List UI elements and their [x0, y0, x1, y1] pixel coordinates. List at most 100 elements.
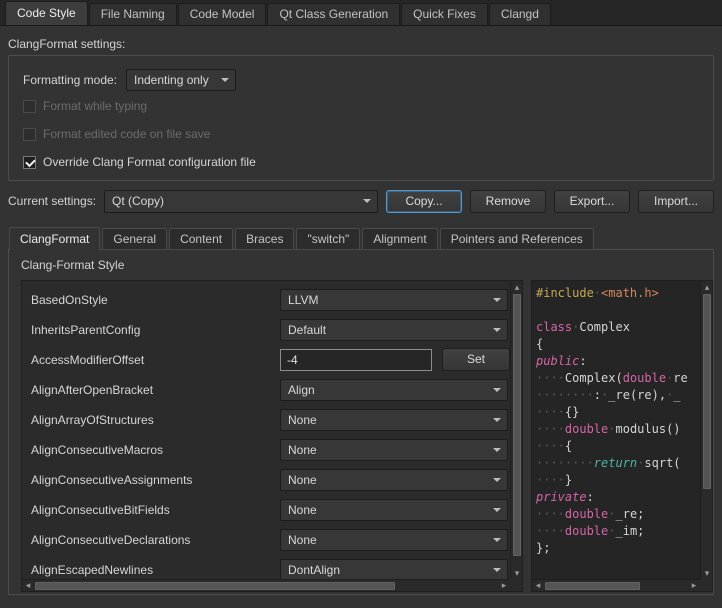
setting-name: AlignConsecutiveDeclarations: [31, 533, 190, 547]
clangformat-panel: Clang-Format Style BasedOnStyleLLVMInher…: [8, 249, 714, 595]
alignconsecutivemacros-combo[interactable]: None: [280, 439, 508, 461]
style-tab-content[interactable]: Content: [169, 228, 233, 250]
code-preview: #include·<math.h> class·Complex{public:·…: [536, 285, 700, 579]
code-token: <math.h>: [601, 286, 659, 300]
preview-hscrollbar[interactable]: ◂ ▸: [532, 579, 700, 591]
alignconsecutivedeclarations-combo[interactable]: None: [280, 529, 508, 551]
style-tab-braces[interactable]: Braces: [235, 228, 294, 250]
tab-clangd[interactable]: Clangd: [489, 3, 551, 25]
table-vscrollbar[interactable]: ▴ ▾: [510, 281, 522, 579]
style-tab-pointers-and-references[interactable]: Pointers and References: [440, 228, 594, 250]
table-hscrollbar[interactable]: ◂ ▸: [22, 579, 510, 591]
code-token: ····: [536, 405, 565, 419]
style-tab-bar: ClangFormatGeneralContentBraces"switch"A…: [9, 226, 596, 250]
checkbox-box: [23, 100, 36, 113]
scroll-up-icon[interactable]: ▴: [511, 281, 523, 293]
import-button[interactable]: Import...: [638, 190, 714, 213]
code-token: {: [565, 439, 572, 453]
code-token: ····: [536, 473, 565, 487]
alignescapednewlines-combo[interactable]: DontAlign: [280, 559, 508, 579]
table-vscroll-thumb[interactable]: [513, 294, 521, 556]
setting-row-accessmodifieroffset: AccessModifierOffsetSet: [22, 345, 510, 375]
basedonstyle-combo[interactable]: LLVM: [280, 289, 508, 311]
tab-qt-class-generation[interactable]: Qt Class Generation: [267, 3, 400, 25]
code-token: ·: [608, 507, 615, 521]
tab-code-style[interactable]: Code Style: [5, 1, 88, 25]
code-line: private:: [536, 489, 700, 506]
code-preview-panel[interactable]: #include·<math.h> class·Complex{public:·…: [531, 280, 713, 592]
setting-name: AlignConsecutiveMacros: [31, 443, 163, 457]
code-token: modulus(): [616, 422, 681, 436]
checkbox-format-while-typing[interactable]: Format while typing: [23, 98, 256, 114]
table-hscroll-thumb[interactable]: [35, 582, 395, 590]
combo-value: None: [288, 473, 317, 487]
inheritsparentconfig-combo[interactable]: Default: [280, 319, 508, 341]
style-tab-clangformat[interactable]: ClangFormat: [9, 227, 100, 251]
checkbox-format-edited-code-on-file-save[interactable]: Format edited code on file save: [23, 126, 256, 142]
style-tab-general[interactable]: General: [102, 228, 167, 250]
preview-vscrollbar[interactable]: ▴ ▾: [700, 281, 712, 579]
chevron-down-icon: [493, 328, 501, 332]
code-line: #include·<math.h>: [536, 285, 700, 302]
code-token: {: [536, 337, 543, 351]
setting-name: InheritsParentConfig: [31, 323, 140, 337]
scroll-left-icon[interactable]: ◂: [532, 579, 544, 591]
checkbox-override-clang-format-configuration-file[interactable]: Override Clang Format configuration file: [23, 154, 256, 170]
setting-name: AlignConsecutiveBitFields: [31, 503, 170, 517]
tab-file-naming[interactable]: File Naming: [89, 3, 177, 25]
scroll-down-icon[interactable]: ▾: [701, 567, 713, 579]
tab-code-model[interactable]: Code Model: [178, 3, 267, 25]
alignconsecutiveassignments-combo[interactable]: None: [280, 469, 508, 491]
scroll-up-icon[interactable]: ▴: [701, 281, 713, 293]
remove-button[interactable]: Remove: [470, 190, 546, 213]
code-token: :: [587, 490, 594, 504]
code-token: {}: [565, 405, 579, 419]
checkbox-box: [23, 128, 36, 141]
setting-row-alignconsecutivemacros: AlignConsecutiveMacros None: [22, 435, 510, 465]
scroll-right-icon[interactable]: ▸: [688, 579, 700, 591]
style-tab-switch[interactable]: "switch": [296, 228, 360, 250]
combo-value: Default: [288, 323, 326, 337]
code-token: ·: [608, 524, 615, 538]
code-token: _: [673, 388, 680, 402]
style-tab-alignment[interactable]: Alignment: [362, 228, 437, 250]
alignconsecutivebitfields-combo[interactable]: None: [280, 499, 508, 521]
scroll-right-icon[interactable]: ▸: [498, 579, 510, 591]
code-line: ····double·modulus(): [536, 421, 700, 438]
current-settings-combo[interactable]: Qt (Copy): [104, 190, 378, 213]
preview-vscroll-thumb[interactable]: [703, 294, 711, 489]
scroll-down-icon[interactable]: ▾: [511, 567, 523, 579]
combo-value: None: [288, 413, 317, 427]
combo-value: None: [288, 443, 317, 457]
scroll-left-icon[interactable]: ◂: [22, 579, 34, 591]
setting-name: AlignEscapedNewlines: [31, 563, 153, 577]
export-button[interactable]: Export...: [554, 190, 630, 213]
current-settings-value: Qt (Copy): [112, 194, 164, 208]
alignafteropenbracket-combo[interactable]: Align: [280, 379, 508, 401]
code-token: _re(re),: [608, 388, 666, 402]
code-token: return: [594, 456, 637, 470]
accessmodifieroffset-input[interactable]: [280, 349, 432, 371]
checkbox-label: Format edited code on file save: [43, 127, 210, 141]
copy-button[interactable]: Copy...: [386, 190, 462, 213]
setting-name: AlignConsecutiveAssignments: [31, 473, 192, 487]
code-token: ········: [536, 456, 594, 470]
code-token: ····: [536, 439, 565, 453]
chevron-down-icon: [493, 508, 501, 512]
formatting-mode-combo[interactable]: Indenting only: [126, 69, 236, 91]
code-line: class·Complex: [536, 319, 700, 336]
preview-hscroll-thumb[interactable]: [545, 582, 640, 590]
settings-buttons: Copy... Remove Export... Import...: [386, 190, 714, 213]
chevron-down-icon: [493, 298, 501, 302]
chevron-down-icon: [493, 478, 501, 482]
setting-row-basedonstyle: BasedOnStyleLLVM: [22, 285, 510, 315]
code-token: ·: [594, 286, 601, 300]
tab-quick-fixes[interactable]: Quick Fixes: [401, 3, 488, 25]
code-line: ········:·_re(re),·_: [536, 387, 700, 404]
code-line: ····{}: [536, 404, 700, 421]
code-line: };: [536, 540, 700, 557]
alignarrayofstructures-combo[interactable]: None: [280, 409, 508, 431]
code-line: {: [536, 336, 700, 353]
set-button[interactable]: Set: [442, 348, 510, 371]
code-token: ····: [536, 422, 565, 436]
